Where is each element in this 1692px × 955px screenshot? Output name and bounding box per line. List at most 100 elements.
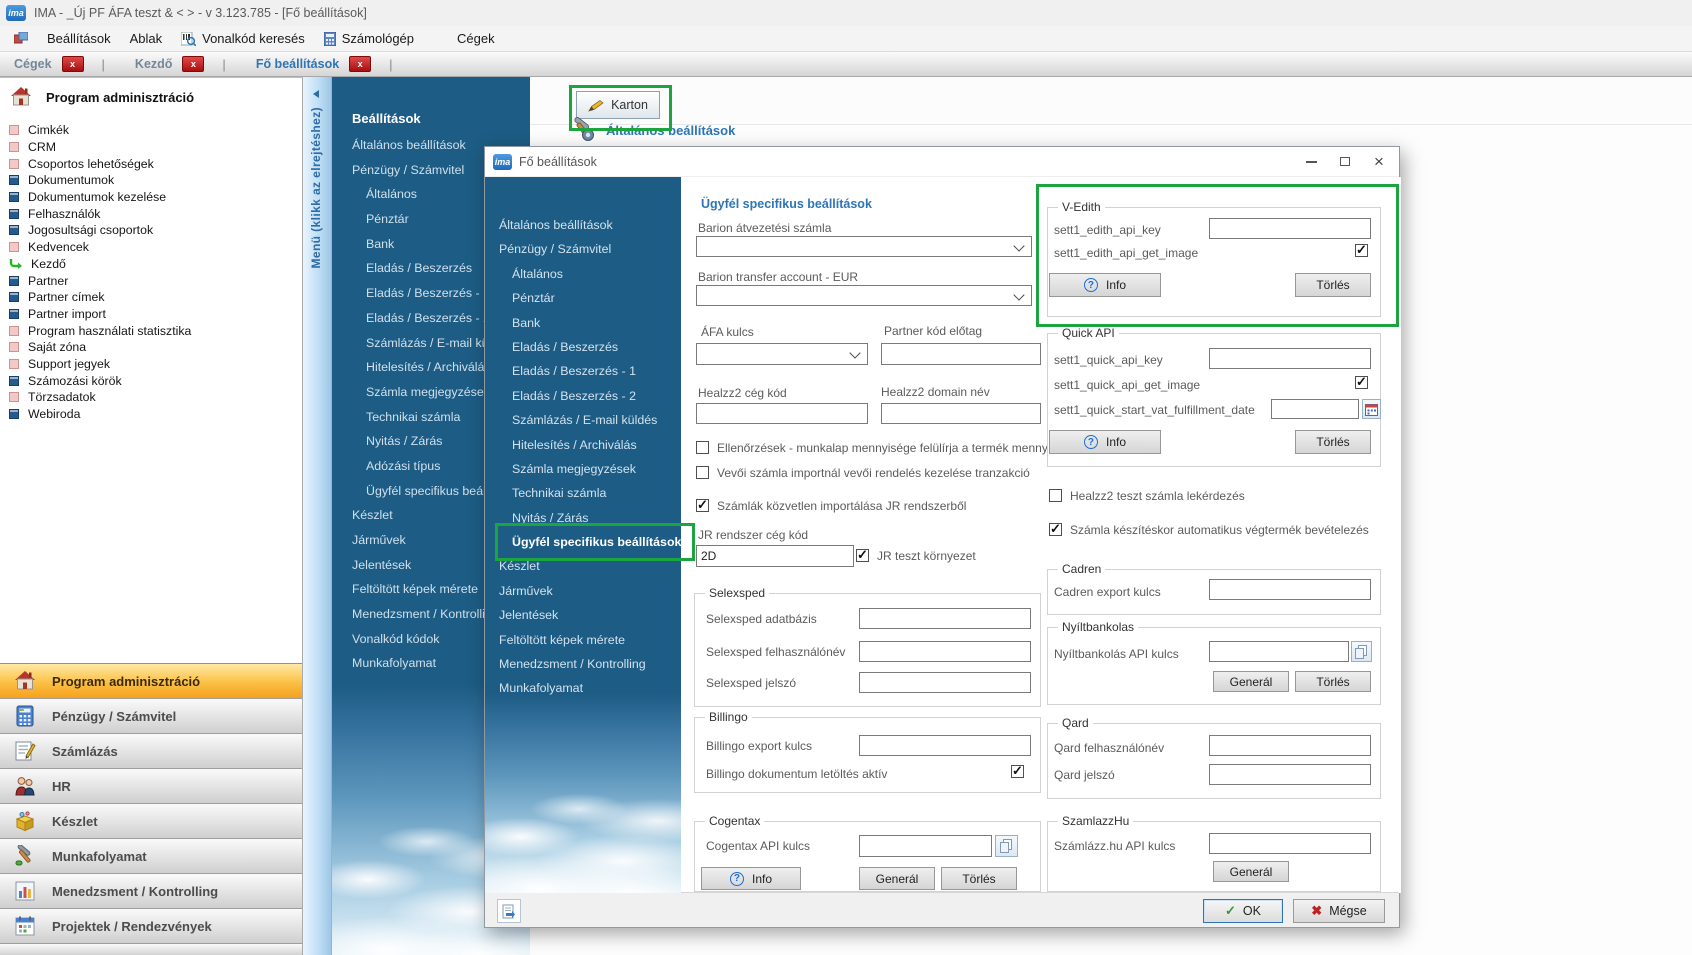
sidebar-item-szamozasi-korok[interactable]: Számozási körök [0,372,302,389]
dialog-menu-item-nyitas-zaras[interactable]: Nyitás / Zárás [485,506,681,530]
dialog-menu-item-jelentesek[interactable]: Jelentések [485,603,681,627]
export-button[interactable] [497,899,521,923]
sidebar-item-jogosultsagi-csoportok[interactable]: Jogosultsági csoportok [0,222,302,239]
vedith-delete-button[interactable]: Törlés [1295,273,1371,297]
dialog-menu-item-eladas-beszerzes-1[interactable]: Eladás / Beszerzés - 1 [485,359,681,383]
nav-menedzsment-kontrolling[interactable]: Menedzsment / Kontrolling [0,873,302,908]
selexsped-db-input[interactable] [859,608,1031,629]
dialog-title-bar[interactable]: ima Fő beállítások × [485,147,1399,177]
auto-vegtermek-checkbox[interactable]: Számla készítéskor automatikus végtermék… [1049,523,1369,537]
dialog-menu-item-altalanos[interactable]: Általános [485,262,681,286]
szamlak-jr-checkbox[interactable]: Számlák közvetlen importálása JR rendsze… [696,499,966,513]
dialog-menu-item-jarmuvek[interactable]: Járművek [485,579,681,603]
selexsped-user-input[interactable] [859,641,1031,662]
sidebar-item-partner-cimek[interactable]: Partner címek [0,289,302,306]
dialog-menu-item-altalanos-beallitasok[interactable]: Általános beállítások [485,213,681,237]
sidebar-item-kezdo[interactable]: Kezdő [0,256,302,273]
partner-prefix-input[interactable] [881,343,1041,365]
healzz2-teszt-checkbox[interactable]: Healzz2 teszt számla lekérdezés [1049,489,1245,503]
dialog-menu-item-penztar[interactable]: Pénztár [485,286,681,310]
szamlazzhu-api-input[interactable] [1209,833,1371,854]
dialog-menu-item-munkafolyamat[interactable]: Munkafolyamat [485,676,681,700]
sidebar-item-torzsadatok[interactable]: Törzsadatok [0,389,302,406]
dialog-menu-item-keszlet[interactable]: Készlet [485,554,681,578]
tab-fo-beallitasok[interactable]: Fő beállítások [256,57,339,71]
maximize-button[interactable] [1329,147,1361,176]
sidebar-item-webiroda[interactable]: Webiroda [0,406,302,423]
healzz2-domain-input[interactable] [881,403,1041,424]
nav-penzugy-szamvitel[interactable]: Pénzügy / Számvitel [0,698,302,733]
dialog-menu-item-szamlazas-email[interactable]: Számlázás / E-mail küldés [485,408,681,432]
menu-item-ablak[interactable]: Ablak [124,29,169,48]
sidebar-item-kedvencek[interactable]: Kedvencek [0,239,302,256]
dialog-menu-item-eladas-beszerzes-2[interactable]: Eladás / Beszerzés - 2 [485,384,681,408]
minimize-button[interactable] [1295,147,1327,176]
copy-button[interactable] [995,835,1018,857]
jr-code-input[interactable] [696,545,854,567]
jr-teszt-checkbox[interactable]: JR teszt környezet [856,549,976,563]
sidebar-item-crm[interactable]: CRM [0,139,302,156]
menu-item-szamologep[interactable]: Számológép [318,29,420,48]
quick-vat-date-input[interactable] [1271,399,1359,419]
nav-munkafolyamat[interactable]: Munkafolyamat [0,838,302,873]
szamlazzhu-general-button[interactable]: Generál [1213,861,1289,882]
cogentax-info-button[interactable]: ?Info [701,867,801,890]
quick-api-delete-button[interactable]: Törlés [1295,430,1371,454]
nav-program-adminisztracio[interactable]: Program adminisztráció [0,663,302,698]
quick-api-key-input[interactable] [1209,348,1371,369]
cogentax-delete-button[interactable]: Törlés [941,867,1017,890]
ellenorzesek-checkbox[interactable]: Ellenőrzések - munkalap mennyisége felül… [696,441,1048,455]
cadren-export-input[interactable] [1209,579,1371,600]
dialog-menu-item-bank[interactable]: Bank [485,311,681,335]
copy-button[interactable] [1351,641,1372,662]
dialog-menu-item-menedzsment-kontrolling[interactable]: Menedzsment / Kontrolling [485,652,681,676]
quick-get-image-checkbox[interactable] [1355,376,1368,389]
barion-huf-select[interactable] [696,236,1032,257]
dialog-menu-item-eladas-beszerzes[interactable]: Eladás / Beszerzés [485,335,681,359]
sidebar-item-dokumentumok[interactable]: Dokumentumok [0,172,302,189]
afa-kulcs-select[interactable] [696,343,868,365]
tab-cegek[interactable]: Cégek [14,57,52,71]
quick-api-info-button[interactable]: ?Info [1049,430,1161,454]
healzz2-company-input[interactable] [696,403,868,424]
vedith-info-button[interactable]: ?Info [1049,273,1161,297]
dialog-menu-item-ugyfel-specifikus[interactable]: Ügyfél specifikus beállítások [485,530,681,554]
sidebar-item-program-hasznalati-statisztika[interactable]: Program használati statisztika [0,322,302,339]
edith-get-image-checkbox[interactable] [1355,244,1368,257]
nav-hr[interactable]: HR [0,768,302,803]
nav-projektek-rendezvenyek[interactable]: Projektek / Rendezvények [0,908,302,943]
sidebar-item-partner-import[interactable]: Partner import [0,306,302,323]
dialog-menu-item-penzugy-szamvitel[interactable]: Pénzügy / Számvitel [485,237,681,261]
dialog-menu-item-szamla-megjegyzesek[interactable]: Számla megjegyzések [485,457,681,481]
menu-item-beallitasok[interactable]: Beállítások [41,29,117,48]
sidebar-item-csoportos-lehetosegek[interactable]: Csoportos lehetőségek [0,155,302,172]
dialog-menu-item-hitelesites-archivalas[interactable]: Hitelesítés / Archiválás [485,433,681,457]
sidebar-item-dokumentumok-kezelese[interactable]: Dokumentumok kezelése [0,189,302,206]
sidebar-item-felhasznalok[interactable]: Felhasználók [0,205,302,222]
cancel-button[interactable]: ✖Mégse [1293,899,1385,923]
close-button[interactable]: × [1363,147,1395,176]
sidebar-item-cimkek[interactable]: Cimkék [0,122,302,139]
billingo-aktiv-checkbox[interactable] [1011,765,1024,778]
ok-button[interactable]: ✓OK [1203,899,1283,923]
sidebar-item-partner[interactable]: Partner [0,272,302,289]
dialog-menu-item-technikai-szamla[interactable]: Technikai számla [485,481,681,505]
menu-item-cegek[interactable]: Cégek [451,29,501,48]
tab-close-icon[interactable]: x [62,56,84,72]
menu-item-vonalkod-kereses[interactable]: Vonalkód keresés [175,29,311,48]
dialog-menu-item-feltoltott-kepek[interactable]: Feltöltött képek mérete [485,628,681,652]
nav-keszlet[interactable]: Készlet [0,803,302,838]
cogentax-api-input[interactable] [859,835,992,857]
selexsped-pass-input[interactable] [859,672,1031,693]
nyiltbankolas-general-button[interactable]: Generál [1213,671,1289,692]
qard-pass-input[interactable] [1209,764,1371,785]
billingo-export-input[interactable] [859,735,1031,756]
sidebar-item-support-jegyek[interactable]: Support jegyek [0,356,302,373]
edith-api-key-input[interactable] [1209,218,1371,239]
barion-eur-select[interactable] [696,285,1032,306]
nyiltbankolas-api-input[interactable] [1209,641,1349,662]
nav-szamlazas[interactable]: Számlázás [0,733,302,768]
qard-user-input[interactable] [1209,735,1371,756]
sidebar-item-sajat-zona[interactable]: Saját zóna [0,339,302,356]
cogentax-general-button[interactable]: Generál [859,867,935,890]
